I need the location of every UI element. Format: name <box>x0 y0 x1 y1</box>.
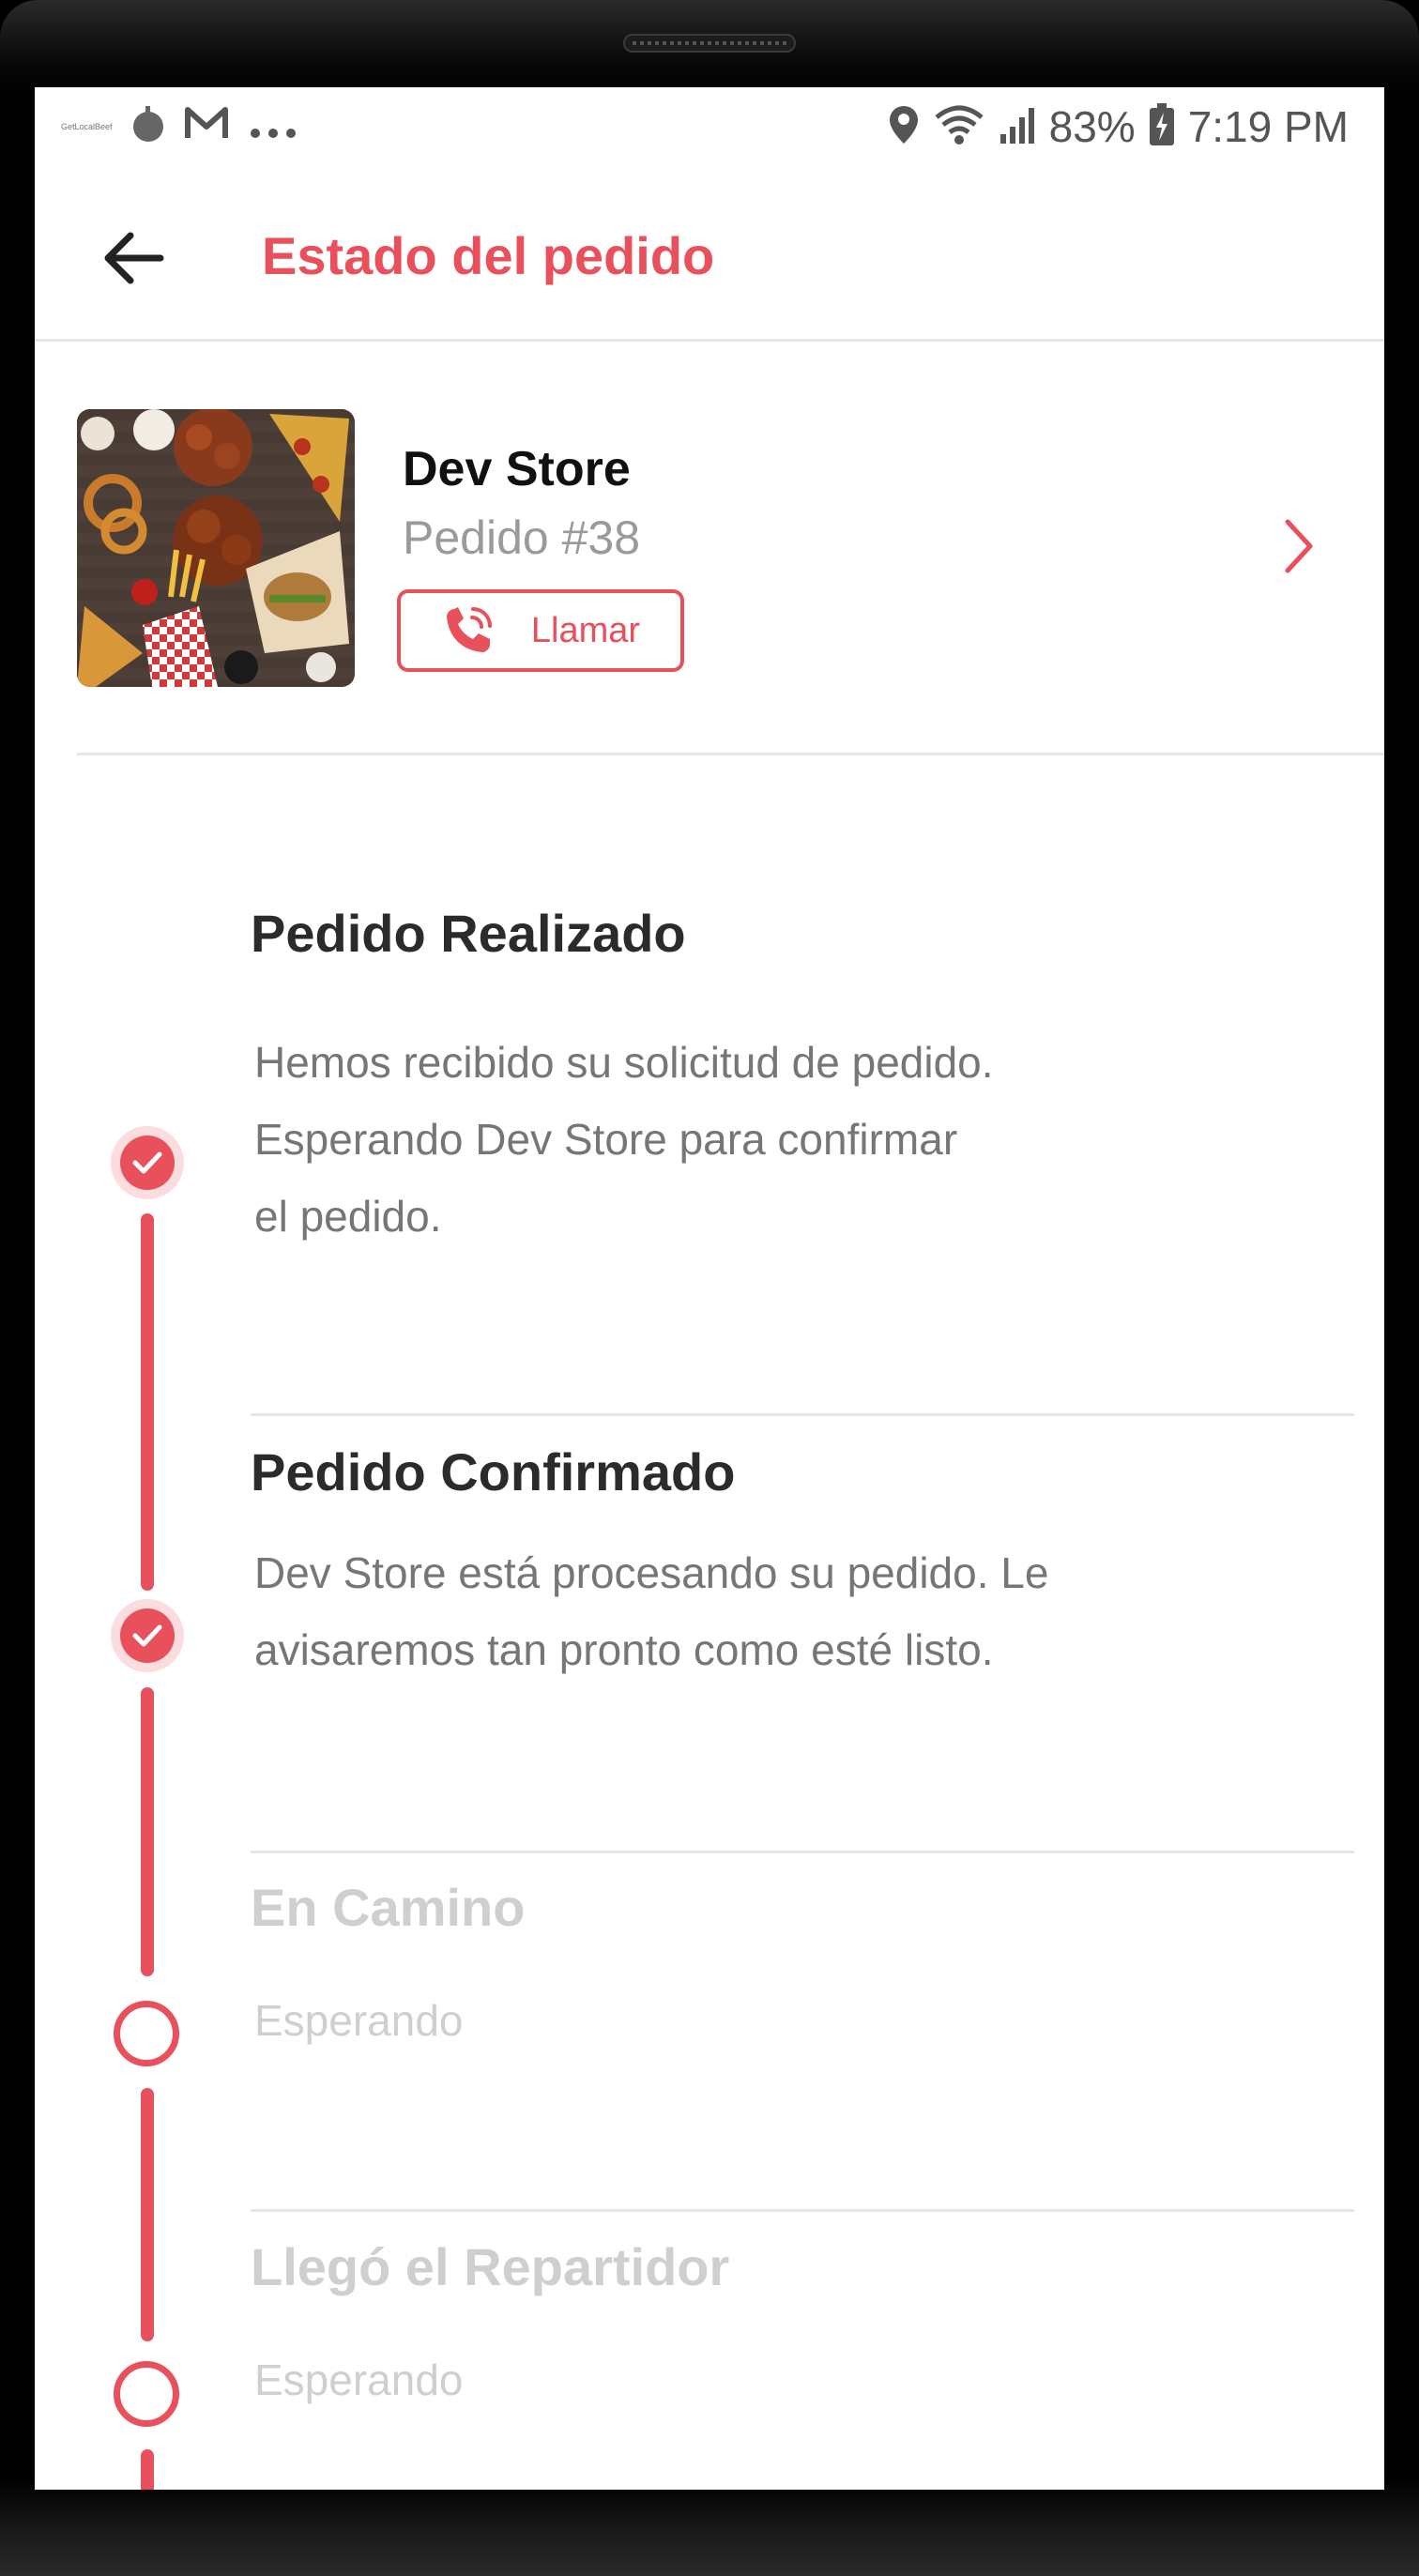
record-icon <box>132 106 163 142</box>
step-description: Esperando <box>254 1982 1268 2059</box>
step-description-line: Esperando Dev Store para confirmar <box>254 1115 958 1164</box>
phone-screen: GetLocalBeef 83% 7:19 PM Estado del pedi… <box>35 87 1384 2490</box>
signal-icon <box>999 104 1036 150</box>
step-description-line: Esperando <box>254 1996 464 2045</box>
phone-speaker <box>623 34 796 53</box>
battery-percent: 83% <box>1048 102 1136 151</box>
chevron-right-icon <box>1285 519 1313 573</box>
step-title: En Camino <box>251 1878 526 1937</box>
call-button[interactable]: Llamar <box>397 589 684 672</box>
step-title: Pedido Confirmado <box>251 1442 736 1501</box>
order-status-timeline: Pedido Realizado Hemos recibido su solic… <box>35 755 1384 2490</box>
page-title: Estado del pedido <box>262 226 715 285</box>
step-description: Hemos recibido su solicitud de pedido. E… <box>254 1024 1268 1255</box>
arrow-left-icon <box>104 232 164 284</box>
app-bar: Estado del pedido <box>35 167 1384 342</box>
store-details-button[interactable] <box>1274 509 1324 584</box>
location-icon <box>888 104 920 150</box>
status-bar: GetLocalBeef 83% 7:19 PM <box>35 87 1384 167</box>
wifi-icon <box>933 104 985 150</box>
step-description: Esperando <box>254 2341 1268 2418</box>
step-description-line: el pedido. <box>254 1192 442 1241</box>
call-button-label: Llamar <box>530 610 641 650</box>
step-divider <box>251 2209 1354 2212</box>
step-description-line: Esperando <box>254 2355 464 2404</box>
gmail-icon <box>184 104 229 149</box>
step-pending-marker <box>114 2361 179 2427</box>
step-description: Dev Store está procesando su pedido. Le … <box>254 1534 1268 1688</box>
status-app-text: GetLocalBeef <box>61 122 113 131</box>
back-button[interactable] <box>91 216 175 300</box>
step-description-line: avisaremos tan pronto como esté listo. <box>254 1625 994 1674</box>
more-dots-icon <box>250 108 297 145</box>
store-card[interactable]: Dev Store Pedido #38 Llamar <box>35 342 1384 755</box>
status-bar-right: 83% 7:19 PM <box>888 97 1349 157</box>
order-number: Pedido #38 <box>403 511 641 564</box>
step-title: Pedido Realizado <box>251 904 686 963</box>
battery-charging-icon <box>1149 102 1175 151</box>
status-bar-left: GetLocalBeef <box>61 100 297 153</box>
timeline-connector <box>141 2449 154 2490</box>
check-icon <box>120 1608 175 1663</box>
step-divider <box>251 1413 1354 1416</box>
timeline-connector <box>141 2088 154 2341</box>
step-completed-marker <box>111 1126 184 1199</box>
phone-call-icon <box>446 607 492 652</box>
status-time: 7:19 PM <box>1187 102 1349 151</box>
step-title: Llegó el Repartidor <box>251 2237 730 2296</box>
step-divider <box>251 1851 1354 1853</box>
step-pending-marker <box>114 2001 179 2066</box>
step-description-line: Hemos recibido su solicitud de pedido. <box>254 1038 994 1087</box>
store-image <box>77 409 355 687</box>
step-description-line: Dev Store está procesando su pedido. Le <box>254 1548 1049 1597</box>
timeline-connector <box>141 1213 154 1591</box>
step-completed-marker <box>111 1599 184 1672</box>
check-icon <box>120 1136 175 1190</box>
store-name: Dev Store <box>403 442 631 496</box>
timeline-connector <box>141 1687 154 1976</box>
